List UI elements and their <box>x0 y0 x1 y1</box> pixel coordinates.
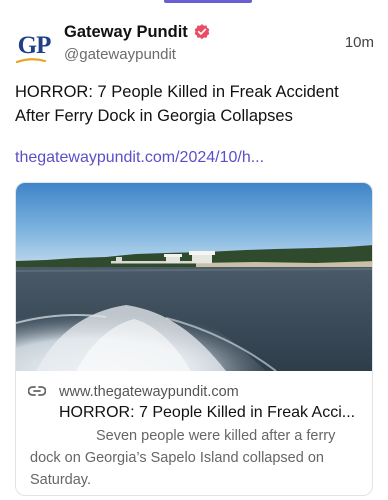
post-header: Gateway Pundit @gatewaypundit 10m <box>64 22 374 68</box>
name-row: Gateway Pundit <box>64 22 374 42</box>
post-timestamp: 10m <box>344 34 374 51</box>
verified-badge-icon <box>193 23 211 41</box>
post-link[interactable]: thegatewaypundit.com/2024/10/h... <box>15 147 377 169</box>
post-text: HORROR: 7 People Killed in Freak Acciden… <box>15 83 339 125</box>
avatar[interactable]: GP <box>14 26 54 66</box>
display-name[interactable]: Gateway Pundit <box>64 23 188 42</box>
card-image <box>16 183 372 371</box>
avatar-swoosh-icon <box>16 58 46 64</box>
link-icon <box>28 386 46 396</box>
card-title: HORROR: 7 People Killed in Freak Acci... <box>59 404 356 421</box>
card-description: Seven people were killed after a ferry d… <box>30 428 336 488</box>
author-handle[interactable]: @gatewaypundit <box>64 46 374 63</box>
link-preview-card[interactable]: www.thegatewaypundit.com HORROR: 7 Peopl… <box>15 182 373 496</box>
card-domain: www.thegatewaypundit.com <box>59 384 239 400</box>
post[interactable]: GP Gateway Pundit @gatewaypundit 10m HOR… <box>0 0 388 500</box>
card-meta: www.thegatewaypundit.com HORROR: 7 Peopl… <box>16 371 372 495</box>
